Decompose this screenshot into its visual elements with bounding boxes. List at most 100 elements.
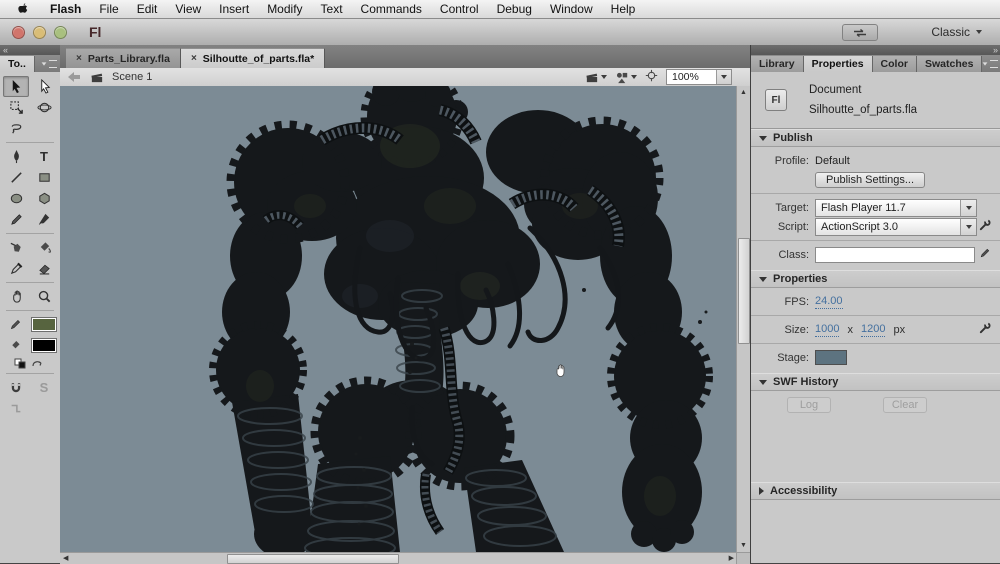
- brush-tool-button[interactable]: [32, 210, 56, 229]
- edit-symbols-button[interactable]: [615, 71, 637, 84]
- stage-height-value[interactable]: 1200: [860, 323, 886, 337]
- scene-label[interactable]: Scene 1: [112, 71, 152, 83]
- tool-grid-spacer: [32, 119, 56, 138]
- script-dropdown[interactable]: ActionScript 3.0: [815, 217, 977, 236]
- menu-commands[interactable]: Commands: [352, 0, 431, 18]
- oval-tool-button[interactable]: [4, 189, 28, 208]
- tools-collapse-strip[interactable]: «: [0, 45, 60, 55]
- tab-swatches[interactable]: Swatches: [916, 56, 983, 72]
- scroll-right-arrow[interactable]: ▶: [729, 553, 734, 564]
- center-frame-button[interactable]: [645, 69, 658, 85]
- document-tab-silhoutte-of-parts[interactable]: × Silhoutte_of_parts.fla*: [180, 48, 326, 68]
- menu-help[interactable]: Help: [602, 0, 645, 18]
- menu-debug[interactable]: Debug: [488, 0, 541, 18]
- target-dropdown[interactable]: Flash Player 11.7: [815, 198, 977, 217]
- horizontal-scrollbar[interactable]: ◀ ▶: [60, 552, 737, 564]
- swf-log-button[interactable]: Log: [787, 396, 831, 413]
- stage-width-value[interactable]: 1000: [815, 323, 840, 337]
- apple-menu[interactable]: [0, 2, 41, 16]
- rotation-3d-tool-button[interactable]: [32, 98, 56, 117]
- eyedropper-icon: [10, 262, 22, 275]
- menu-control[interactable]: Control: [431, 0, 488, 18]
- section-header-accessibility[interactable]: Accessibility: [751, 482, 1000, 500]
- stroke-color-swatch[interactable]: [31, 317, 57, 332]
- rectangle-tool-button[interactable]: [32, 168, 56, 187]
- lasso-tool-button[interactable]: [4, 119, 28, 138]
- chevron-down-icon: [965, 224, 972, 229]
- size-settings-button[interactable]: [978, 322, 991, 338]
- pencil-tool-button[interactable]: [4, 210, 28, 229]
- close-window-button[interactable]: [12, 25, 25, 39]
- scroll-up-arrow[interactable]: ▲: [740, 87, 747, 98]
- document-filename: Silhoutte_of_parts.fla: [809, 104, 918, 116]
- document-tab-parts-library[interactable]: × Parts_Library.fla: [66, 48, 181, 68]
- class-input[interactable]: [815, 246, 975, 263]
- color-default-swap-icons[interactable]: [13, 358, 47, 369]
- edit-class-button[interactable]: [979, 247, 991, 262]
- vertical-scrollbar[interactable]: ▲ ▼: [736, 86, 750, 552]
- section-expanded-icon: [759, 135, 767, 141]
- edit-scene-button[interactable]: [585, 71, 607, 83]
- section-header-properties[interactable]: Properties: [751, 270, 1000, 288]
- workspace-switcher[interactable]: Classic: [931, 23, 982, 41]
- subselection-tool-button[interactable]: [33, 77, 57, 96]
- script-settings-button[interactable]: [978, 219, 991, 235]
- document-header: Fl Document Silhoutte_of_parts.fla: [751, 72, 1000, 129]
- properties-rows: FPS: 24.00 Size: 1000 x 1200 px Stage:: [751, 288, 1000, 373]
- snap-to-objects-option-button[interactable]: [4, 378, 28, 397]
- tab-properties[interactable]: Properties: [803, 56, 873, 72]
- paint-bucket-tool-button[interactable]: [32, 238, 56, 257]
- vertical-scroll-thumb[interactable]: [738, 238, 750, 344]
- eraser-tool-button[interactable]: [32, 259, 56, 278]
- menu-edit[interactable]: Edit: [128, 0, 167, 18]
- size-x-separator: x: [847, 323, 853, 336]
- fill-color-swatch[interactable]: [31, 338, 57, 353]
- scroll-down-arrow[interactable]: ▼: [740, 540, 747, 551]
- cs-live-button[interactable]: [842, 24, 878, 41]
- zoom-window-button[interactable]: [54, 25, 67, 39]
- panel-menu-icon[interactable]: [41, 60, 57, 68]
- pen-tool-button[interactable]: [4, 147, 28, 166]
- panels-collapse-strip[interactable]: »: [751, 45, 1000, 55]
- fps-value[interactable]: 24.00: [815, 295, 843, 309]
- section-header-publish[interactable]: Publish: [751, 129, 1000, 147]
- text-tool-button[interactable]: T: [32, 147, 56, 166]
- publish-settings-button[interactable]: Publish Settings...: [815, 171, 926, 188]
- scroll-left-arrow[interactable]: ◀: [63, 553, 68, 564]
- panel-menu-icon[interactable]: [982, 60, 998, 68]
- close-icon[interactable]: ×: [191, 53, 197, 64]
- swf-clear-button[interactable]: Clear: [883, 396, 927, 413]
- back-button[interactable]: [68, 72, 80, 82]
- tools-panel-tab[interactable]: To..: [0, 56, 35, 72]
- hand-tool-button[interactable]: [4, 287, 28, 306]
- menu-text[interactable]: Text: [312, 0, 352, 18]
- polystar-tool-button[interactable]: [32, 189, 56, 208]
- menu-view[interactable]: View: [166, 0, 210, 18]
- stage-color-swatch[interactable]: [815, 350, 847, 365]
- section-expanded-icon: [759, 379, 767, 385]
- magnet-icon: [11, 382, 21, 392]
- menu-window[interactable]: Window: [541, 0, 602, 18]
- close-icon[interactable]: ×: [76, 53, 82, 64]
- menu-file[interactable]: File: [90, 0, 127, 18]
- selection-tool-button[interactable]: [3, 76, 29, 97]
- straighten-option-button[interactable]: [4, 399, 28, 418]
- tab-library[interactable]: Library: [751, 56, 804, 72]
- hand-icon: [12, 290, 21, 303]
- tab-color[interactable]: Color: [872, 56, 917, 72]
- menu-modify[interactable]: Modify: [258, 0, 311, 18]
- zoom-tool-button[interactable]: [32, 287, 56, 306]
- section-header-swf-history[interactable]: SWF History: [751, 373, 1000, 391]
- line-tool-button[interactable]: [4, 168, 28, 187]
- stage-canvas[interactable]: [60, 86, 737, 552]
- ink-bottle-tool-button[interactable]: [4, 238, 28, 257]
- zoom-dropdown-button[interactable]: [716, 70, 731, 84]
- eyedropper-tool-button[interactable]: [4, 259, 28, 278]
- menu-insert[interactable]: Insert: [210, 0, 258, 18]
- zoom-level-select[interactable]: 100%: [666, 69, 732, 85]
- menu-flash[interactable]: Flash: [41, 0, 90, 18]
- smooth-option-button[interactable]: S: [32, 378, 56, 397]
- window-title-bar[interactable]: Fl Classic: [0, 19, 1000, 46]
- free-transform-tool-button[interactable]: [4, 98, 28, 117]
- minimize-window-button[interactable]: [33, 25, 46, 39]
